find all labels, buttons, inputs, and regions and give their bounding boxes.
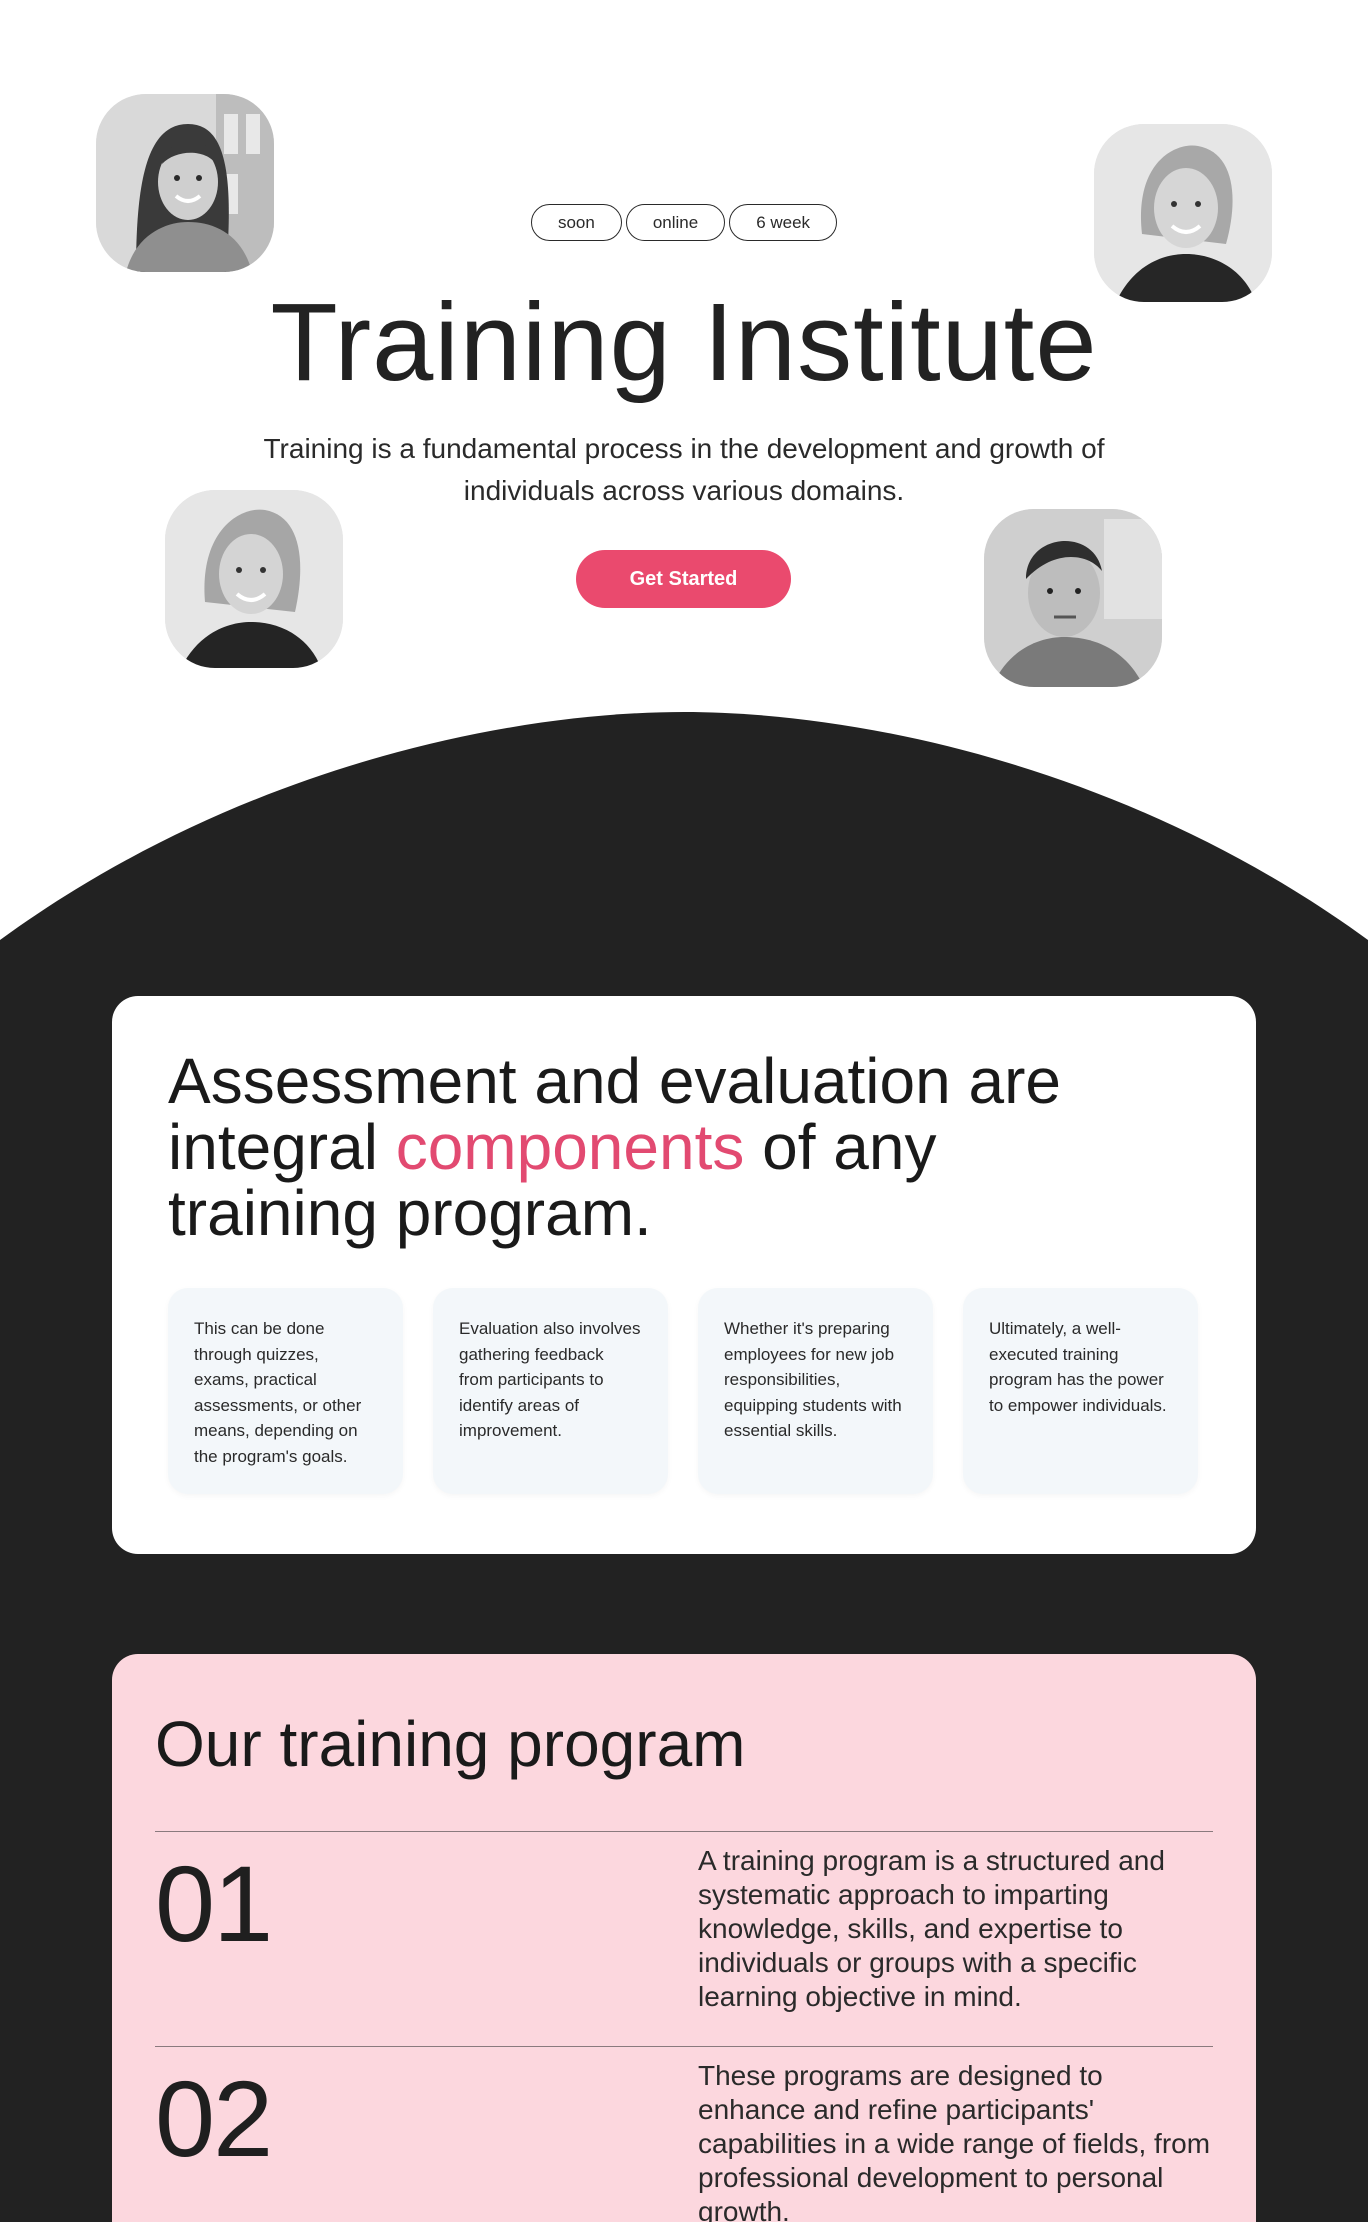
- program-row: 02 These programs are designed to enhanc…: [155, 2046, 1213, 2222]
- tag-soon: soon: [530, 204, 622, 241]
- program-row-text: A training program is a structured and s…: [698, 1845, 1165, 2012]
- assessment-heading: Assessment and evaluation are integral c…: [168, 1048, 1068, 1246]
- assessment-card: Assessment and evaluation are integral c…: [112, 996, 1256, 1554]
- mini-card-feedback: Evaluation also involves gathering feedb…: [433, 1288, 668, 1494]
- hero-subtitle: Training is a fundamental process in the…: [263, 433, 1105, 506]
- program-row-text: These programs are designed to enhance a…: [698, 2060, 1211, 2222]
- tag-online: online: [625, 204, 726, 241]
- mini-card-empower: Ultimately, a well-executed training pro…: [963, 1288, 1198, 1494]
- avatar-woman-blonde-left: [165, 490, 343, 668]
- avatar-woman-dark-hair: [96, 94, 274, 272]
- avatar-man: [984, 509, 1162, 687]
- program-row-number: 01: [155, 1843, 273, 1964]
- page-title: Training Institute: [270, 281, 1098, 404]
- tag-duration: 6 week: [729, 204, 838, 241]
- training-program-card: Our training program 01 A training progr…: [112, 1654, 1256, 2222]
- assessment-heading-accent: components: [395, 1111, 745, 1183]
- assessment-mini-cards: This can be done through quizzes, exams,…: [168, 1288, 1198, 1494]
- tag-list: soon online 6 week: [0, 204, 1368, 241]
- hero-section: soon online 6 week Training Institute Tr…: [0, 0, 1368, 720]
- get-started-button[interactable]: Get Started: [576, 550, 791, 608]
- mini-card-quizzes: This can be done through quizzes, exams,…: [168, 1288, 403, 1494]
- program-row-number: 02: [155, 2058, 273, 2179]
- mini-card-preparing: Whether it's preparing employees for new…: [698, 1288, 933, 1494]
- program-heading: Our training program: [155, 1708, 746, 1780]
- program-row: 01 A training program is a structured an…: [155, 1831, 1213, 2012]
